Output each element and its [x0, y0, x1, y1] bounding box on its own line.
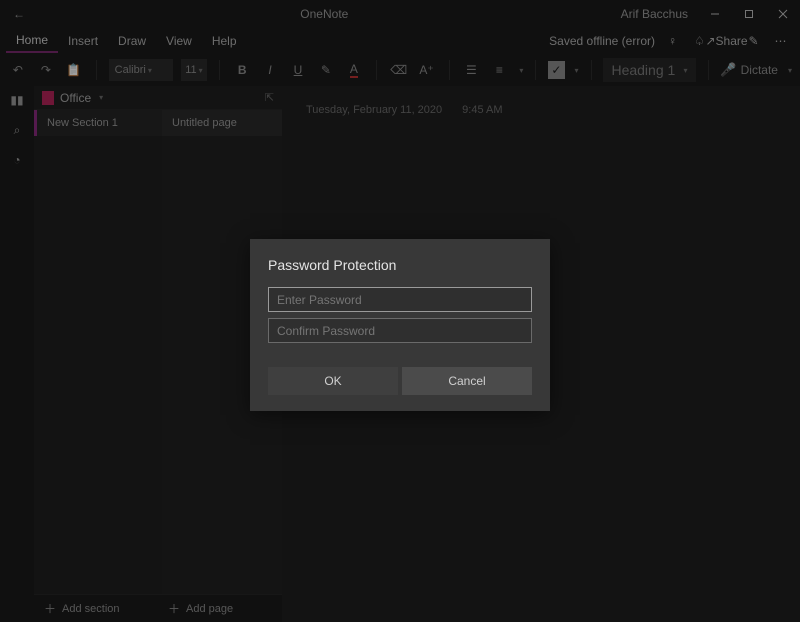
lightbulb-icon[interactable]: ♀ [665, 34, 680, 49]
styles-dropdown[interactable]: Heading 1 ▾ [603, 58, 695, 82]
page-date: Tuesday, February 11, 2020 [306, 104, 442, 116]
title-bar: ← OneNote Arif Bacchus [0, 0, 800, 28]
nav-panels: Office ▾ ⇱ New Section 1 Untitled page ＋… [34, 86, 282, 622]
font-name-value: Calibri [115, 64, 146, 76]
dictate-label: Dictate [741, 63, 778, 77]
sections-list: New Section 1 [34, 110, 162, 594]
edit-icon[interactable]: ✎ [746, 34, 761, 49]
menu-bar: Home Insert Draw View Help Saved offline… [0, 28, 800, 54]
search-icon[interactable]: ⌕ [9, 122, 25, 138]
page-item[interactable]: Untitled page [162, 110, 282, 136]
bullet-list-button[interactable]: ☰ [461, 59, 481, 81]
underline-button[interactable]: U [288, 59, 308, 81]
todo-tag-button[interactable]: ✓ [548, 61, 564, 79]
chevron-down-icon[interactable]: ▾ [788, 66, 792, 75]
more-icon[interactable]: ⋯ [773, 34, 788, 49]
clear-format-button[interactable]: ⌫ [389, 59, 409, 81]
share-label: Share [716, 34, 748, 48]
window-controls [698, 0, 800, 28]
chevron-down-icon: ▾ [684, 66, 688, 75]
sync-status[interactable]: Saved offline (error) [539, 30, 665, 52]
menu-view[interactable]: View [156, 30, 202, 52]
font-color-button[interactable]: A [344, 59, 364, 81]
bold-button[interactable]: B [232, 59, 252, 81]
password-input[interactable] [268, 287, 532, 312]
cancel-button[interactable]: Cancel [402, 367, 532, 395]
notebooks-icon[interactable]: ▮▮ [9, 92, 25, 108]
add-section-label: Add section [62, 603, 119, 615]
list-panels: New Section 1 Untitled page [34, 110, 282, 594]
notebook-header[interactable]: Office ▾ ⇱ [34, 86, 282, 110]
chevron-down-icon[interactable]: ▾ [575, 66, 579, 75]
format-painter-button[interactable]: A⁺ [417, 59, 437, 81]
page-metadata: Tuesday, February 11, 2020 9:45 AM [306, 104, 776, 116]
menu-draw[interactable]: Draw [108, 30, 156, 52]
font-size-value: 11 [185, 64, 196, 76]
chevron-down-icon: ▾ [148, 66, 152, 75]
plus-icon: ＋ [168, 600, 180, 617]
app-title: OneNote [38, 7, 611, 21]
user-name[interactable]: Arif Bacchus [611, 7, 698, 21]
clipboard-button[interactable]: 📋 [64, 59, 84, 81]
microphone-icon: 🎤 [720, 62, 736, 78]
add-page-button[interactable]: ＋ Add page [158, 595, 282, 622]
section-item[interactable]: New Section 1 [34, 110, 162, 136]
maximize-button[interactable] [732, 0, 766, 28]
add-section-button[interactable]: ＋ Add section [34, 595, 158, 622]
redo-button[interactable]: ↷ [36, 59, 56, 81]
font-name-select[interactable]: Calibri▾ [109, 59, 174, 81]
ok-button[interactable]: OK [268, 367, 398, 395]
chevron-down-icon: ▾ [99, 93, 103, 102]
page-time: 9:45 AM [462, 104, 502, 116]
back-button[interactable]: ← [0, 7, 38, 21]
number-list-button[interactable]: ≡ [489, 59, 509, 81]
highlight-button[interactable]: ✎ [316, 59, 336, 81]
notebook-color-swatch [42, 91, 54, 105]
dialog-title: Password Protection [268, 257, 532, 273]
minimize-button[interactable] [698, 0, 732, 28]
menu-insert[interactable]: Insert [58, 30, 108, 52]
menu-home[interactable]: Home [6, 29, 58, 53]
nav-rail: ▮▮ ⌕ ◔ [0, 86, 34, 622]
menu-help[interactable]: Help [202, 30, 247, 52]
style-value: Heading 1 [611, 62, 675, 78]
share-button[interactable]: ↗ Share [719, 34, 734, 49]
undo-button[interactable]: ↶ [8, 59, 28, 81]
password-dialog: Password Protection OK Cancel [250, 239, 550, 411]
plus-icon: ＋ [44, 600, 56, 617]
app-window: ← OneNote Arif Bacchus Home Insert Draw … [0, 0, 800, 622]
chevron-down-icon[interactable]: ▾ [519, 66, 523, 75]
ribbon-toolbar: ↶ ↷ 📋 Calibri▾ 11▾ B I U ✎ A ⌫ A⁺ ☰ ≡ ▾ … [0, 54, 800, 86]
confirm-password-input[interactable] [268, 318, 532, 343]
add-bar: ＋ Add section ＋ Add page [34, 594, 282, 622]
chevron-down-icon: ▾ [199, 66, 203, 75]
pin-icon[interactable]: ⇱ [265, 91, 274, 104]
add-page-label: Add page [186, 603, 233, 615]
font-size-select[interactable]: 11▾ [181, 59, 207, 81]
notebook-name: Office [60, 91, 91, 105]
dictate-button[interactable]: 🎤 Dictate [720, 62, 778, 78]
italic-button[interactable]: I [260, 59, 280, 81]
close-button[interactable] [766, 0, 800, 28]
recent-icon[interactable]: ◔ [9, 152, 25, 168]
